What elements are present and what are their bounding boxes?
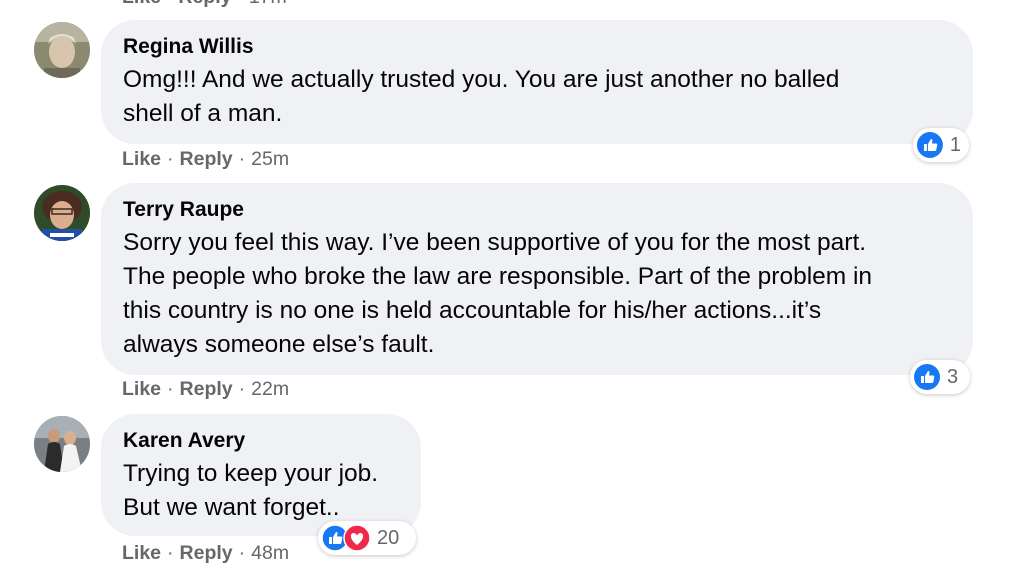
separator: · (238, 378, 246, 400)
comment-actions: Like · Reply · 48m (122, 542, 289, 565)
separator: · (238, 542, 246, 564)
comment-time: 25m (251, 148, 290, 170)
reply-link[interactable]: Reply (180, 148, 233, 170)
like-icon (914, 364, 940, 390)
comment-text: Trying to keep your job. But we want for… (123, 457, 399, 525)
comment-line: The people who broke the law are respons… (123, 263, 873, 290)
separator: · (167, 542, 174, 564)
profile-photo (34, 22, 90, 78)
reply-link[interactable]: Reply (180, 542, 233, 564)
avatar-terry-raupe[interactable] (34, 185, 90, 241)
comment-text: Omg!!! And we actually trusted you. You … (123, 63, 951, 131)
comment-line: this country is no one is held accountab… (123, 297, 822, 324)
comment-author[interactable]: Karen Avery (123, 428, 399, 454)
comment-time: 48m (251, 542, 290, 564)
profile-photo (34, 185, 90, 241)
comment-author[interactable]: Regina Willis (123, 34, 951, 60)
previous-comment-actions: Like · Reply · 17m (122, 0, 287, 9)
comment-line: Sorry you feel this way. I’ve been suppo… (123, 229, 867, 256)
like-link[interactable]: Like (122, 0, 161, 8)
like-link[interactable]: Like (122, 148, 161, 170)
separator: · (238, 148, 246, 170)
reply-link[interactable]: Reply (178, 0, 231, 8)
separator: · (167, 148, 174, 170)
like-link[interactable]: Like (122, 542, 161, 564)
comment-author[interactable]: Terry Raupe (123, 197, 951, 223)
avatar-regina-willis[interactable] (34, 22, 90, 78)
reaction-summary[interactable]: 3 (910, 360, 970, 394)
reaction-count: 1 (949, 133, 961, 156)
like-link[interactable]: Like (122, 378, 161, 400)
reply-link[interactable]: Reply (180, 378, 233, 400)
comment-bubble: Terry Raupe Sorry you feel this way. I’v… (101, 183, 973, 375)
comment-time: 22m (251, 378, 290, 400)
separator: · (167, 378, 174, 400)
like-icon (916, 132, 943, 158)
love-icon (343, 524, 371, 552)
comment-text: Sorry you feel this way. I’ve been suppo… (123, 226, 951, 362)
comment-line: Trying to keep your job. (123, 460, 379, 487)
reaction-count: 3 (947, 365, 959, 388)
reaction-count: 20 (377, 526, 400, 549)
comment-line: shell of a man. (123, 100, 283, 127)
comment-actions: Like · Reply · 25m (122, 148, 289, 171)
comment-line: Omg!!! And we actually trusted you. You … (123, 66, 840, 93)
comment-bubble: Regina Willis Omg!!! And we actually tru… (101, 20, 973, 144)
comment-line: always someone else’s fault. (123, 331, 435, 358)
reaction-summary[interactable]: 1 (913, 128, 969, 162)
avatar-karen-avery[interactable] (34, 416, 90, 472)
comment-bubble: Karen Avery Trying to keep your job. But… (101, 414, 421, 536)
comment-actions: Like · Reply · 22m (122, 378, 289, 401)
reaction-summary[interactable]: 20 (318, 521, 416, 555)
comment-time: 17m (249, 0, 287, 8)
comment-line: But we want forget.. (123, 494, 340, 521)
profile-photo (34, 416, 90, 472)
